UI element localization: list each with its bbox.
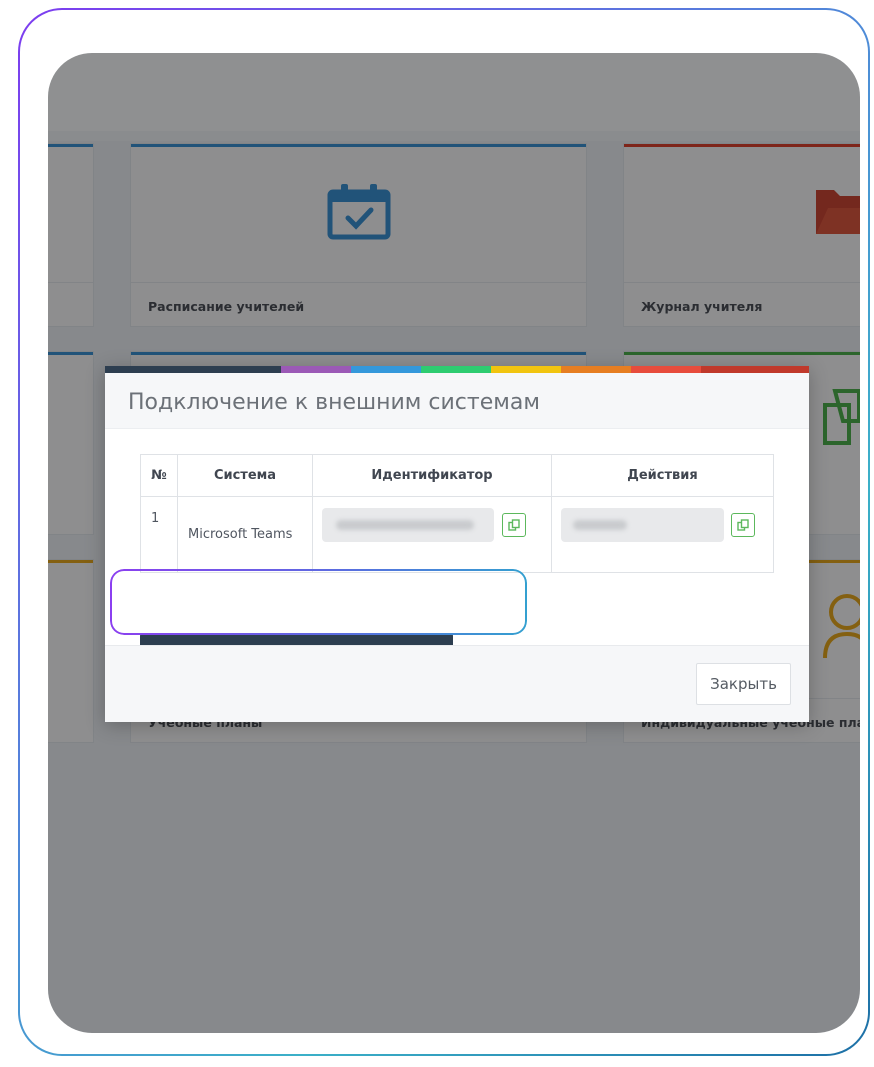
modal-footer: Закрыть [105, 645, 809, 722]
copy-icon [737, 519, 749, 531]
copy-identifier-button[interactable] [502, 513, 526, 537]
modal-title: Подключение к внешним системам [128, 390, 540, 415]
copy-icon [508, 519, 520, 531]
color-stripe [281, 366, 351, 373]
color-stripe [105, 366, 281, 373]
external-systems-modal: Подключение к внешним системам № Система… [105, 366, 809, 722]
actions-cell [551, 496, 774, 573]
color-stripe [491, 366, 561, 373]
color-stripe [701, 366, 809, 373]
action-field-redacted[interactable] [561, 508, 724, 542]
color-stripe [351, 366, 421, 373]
systems-table: № Система Идентификатор Действия 1 Micro… [140, 454, 774, 573]
color-stripe [631, 366, 701, 373]
highlight-outline [110, 569, 527, 635]
column-header-actions: Действия [551, 454, 774, 497]
app-screen: Расписание учителей Журнал учителя Учебн… [48, 53, 860, 1033]
close-button[interactable]: Закрыть [696, 663, 791, 705]
column-header-system: Система [177, 454, 313, 497]
row-number: 1 [140, 496, 178, 573]
identifier-field-redacted[interactable] [322, 508, 494, 542]
table-row: 1 Microsoft Teams [140, 496, 774, 573]
color-stripe [421, 366, 491, 373]
row-system-name: Microsoft Teams [177, 496, 313, 573]
column-header-number: № [140, 454, 178, 497]
copy-action-button[interactable] [731, 513, 755, 537]
identifier-cell [312, 496, 552, 573]
color-stripe [561, 366, 631, 373]
column-header-identifier: Идентификатор [312, 454, 552, 497]
modal-header: Подключение к внешним системам [105, 373, 809, 429]
